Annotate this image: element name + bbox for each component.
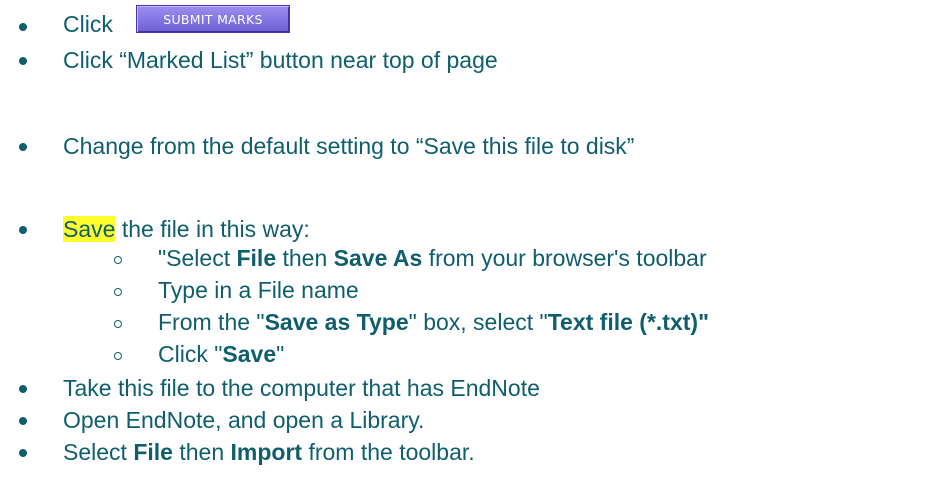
text-part: then bbox=[172, 439, 231, 465]
text-part: from the toolbar. bbox=[302, 439, 475, 465]
substep-text: Type in a File name bbox=[158, 277, 359, 303]
bullet bbox=[19, 226, 27, 234]
sub-bullet bbox=[114, 288, 122, 296]
highlighted-word: Save bbox=[63, 216, 116, 242]
bold-part: Import bbox=[230, 439, 303, 465]
bold-part: Save bbox=[222, 341, 277, 367]
bullet bbox=[19, 417, 27, 425]
text-part: Select bbox=[63, 439, 134, 465]
step-text: Take this file to the computer that has … bbox=[63, 375, 540, 401]
bullet bbox=[19, 143, 27, 151]
substep-text: "Select File then Save As from your brow… bbox=[158, 244, 707, 272]
text-part: " bbox=[276, 341, 285, 367]
bullet bbox=[19, 57, 27, 65]
text-part: then bbox=[276, 245, 334, 271]
bold-part: Save As bbox=[333, 245, 423, 271]
bold-part: File bbox=[133, 439, 173, 465]
step-text: Open EndNote, and open a Library. bbox=[63, 407, 425, 433]
text-part: " box, select " bbox=[408, 309, 548, 335]
step-text: Click bbox=[63, 11, 113, 37]
bold-part: File bbox=[236, 245, 277, 271]
submit-marks-button[interactable]: SUBMIT MARKS bbox=[136, 5, 290, 33]
text-part: From the " bbox=[158, 309, 265, 335]
step-text: Save the file in this way: bbox=[63, 215, 310, 243]
text-part: from your browser's toolbar bbox=[422, 245, 707, 271]
substep-text: From the "Save as Type" box, select "Tex… bbox=[158, 308, 709, 336]
step-text: Change from the default setting to “Save… bbox=[63, 133, 635, 159]
sub-bullet bbox=[114, 320, 122, 328]
bold-part: Save as Type bbox=[264, 309, 409, 335]
text-part: "Select bbox=[158, 245, 237, 271]
text-part: Click " bbox=[158, 341, 223, 367]
bullet bbox=[19, 385, 27, 393]
bullet bbox=[19, 23, 27, 31]
step-text: Select File then Import from the toolbar… bbox=[63, 438, 475, 466]
bold-part: Text file (*.txt)" bbox=[547, 309, 709, 335]
sub-bullet bbox=[114, 256, 122, 264]
substep-text: Click "Save" bbox=[158, 340, 284, 368]
sub-bullet bbox=[114, 352, 122, 360]
bullet bbox=[19, 449, 27, 457]
step-text: Click “Marked List” button near top of p… bbox=[63, 47, 498, 73]
step-text-rest: the file in this way: bbox=[115, 216, 310, 242]
